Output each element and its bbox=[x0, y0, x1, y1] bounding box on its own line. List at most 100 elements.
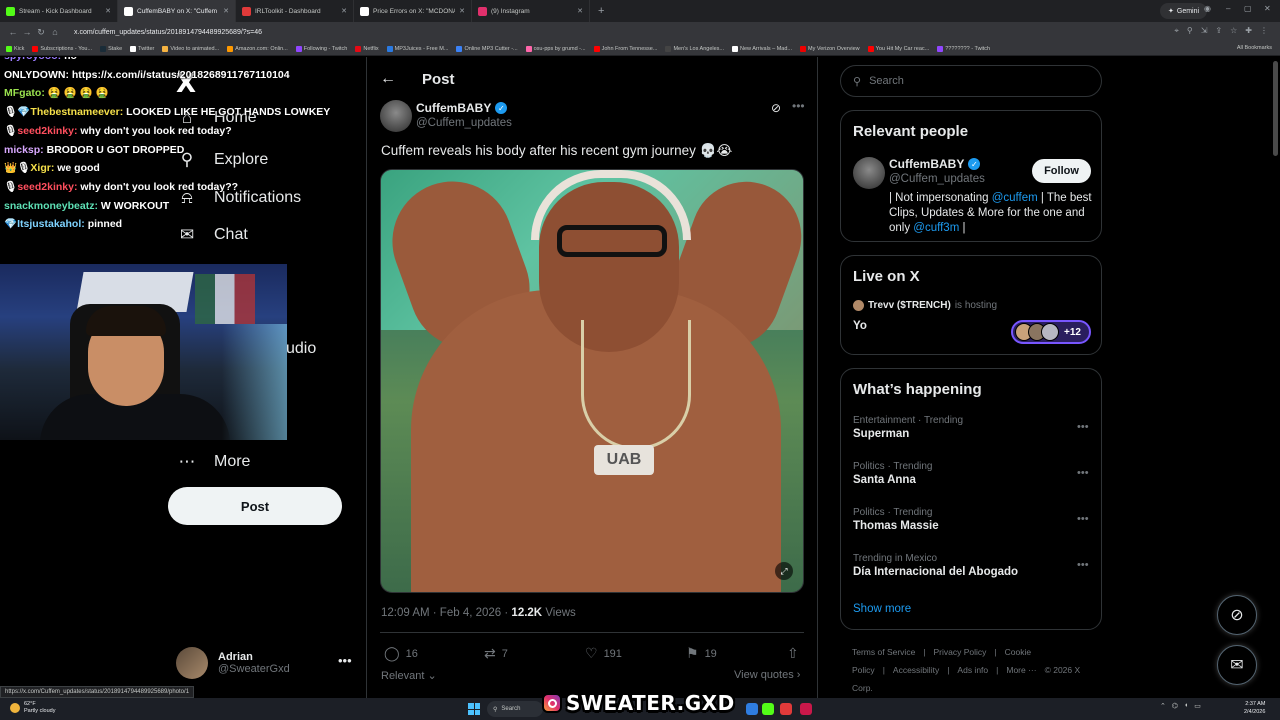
maximize-icon[interactable]: ▢ bbox=[1244, 4, 1252, 13]
weather-widget[interactable]: 62°F Partly cloudy bbox=[10, 701, 56, 715]
share-icon[interactable]: ⇪ bbox=[1215, 26, 1222, 36]
footer-link[interactable]: More ··· bbox=[1006, 665, 1036, 675]
back-arrow-icon[interactable]: ← bbox=[380, 70, 396, 88]
search-input[interactable]: ⚲ Search bbox=[840, 65, 1102, 97]
trend-more-icon[interactable]: ••• bbox=[1077, 421, 1089, 433]
grok-icon[interactable]: ⊘ bbox=[771, 101, 781, 115]
trend-more-icon[interactable]: ••• bbox=[1077, 467, 1089, 479]
tab-close-icon[interactable]: ✕ bbox=[577, 7, 583, 15]
back-nav-icon[interactable]: ← bbox=[6, 27, 20, 37]
battery-icon[interactable]: ▭ bbox=[1194, 702, 1201, 710]
bookmark-button[interactable]: ⚑ 19 bbox=[686, 645, 717, 662]
tweet-author-name[interactable]: CuffemBABY ✓ bbox=[416, 101, 508, 115]
share-button[interactable]: ⇧ bbox=[787, 645, 799, 662]
media-expand-icon[interactable]: ⤢ bbox=[775, 562, 793, 580]
bookmark-star-icon[interactable]: ☆ bbox=[1230, 26, 1237, 36]
bookmark-item[interactable]: Kick bbox=[6, 45, 24, 52]
chevron-up-icon[interactable]: ⌃ bbox=[1160, 702, 1166, 710]
location-icon[interactable]: ⌖ bbox=[1174, 26, 1179, 36]
trend-item[interactable]: Entertainment · Trending Superman bbox=[853, 415, 963, 440]
scrollbar[interactable] bbox=[1273, 61, 1278, 156]
bookmark-item[interactable]: My Verizon Overview bbox=[800, 45, 860, 52]
repost-button[interactable]: ⇄ 7 bbox=[484, 645, 508, 662]
nav-item-partial-2[interactable]: udio bbox=[286, 340, 316, 358]
bookmark-item[interactable]: Twitter bbox=[130, 45, 154, 52]
bookmark-item[interactable]: Subscriptions - You... bbox=[32, 45, 92, 52]
tweet-author-handle[interactable]: @Cuffem_updates bbox=[416, 117, 512, 129]
post-button[interactable]: Post bbox=[168, 487, 342, 525]
minimize-icon[interactable]: – bbox=[1226, 4, 1230, 13]
new-tab-button[interactable]: + bbox=[590, 5, 612, 17]
tweet-time[interactable]: 12:09 AM · Feb 4, 2026 · bbox=[381, 607, 508, 619]
trend-more-icon[interactable]: ••• bbox=[1077, 513, 1089, 525]
taskbar-app-icon[interactable] bbox=[762, 703, 774, 715]
messages-fab-button[interactable]: ✉ bbox=[1217, 645, 1257, 685]
reply-button[interactable]: ◯ 16 bbox=[384, 645, 418, 662]
footer-link[interactable]: Accessibility bbox=[893, 665, 939, 675]
bio-mention-link[interactable]: @cuffem bbox=[992, 192, 1038, 204]
reload-icon[interactable]: ↻ bbox=[34, 27, 48, 38]
bookmark-item[interactable]: Netflix bbox=[355, 45, 379, 52]
footer-link[interactable]: Ads info bbox=[957, 665, 988, 675]
gemini-button[interactable]: ✦ Gemini bbox=[1160, 3, 1208, 19]
bookmark-item[interactable]: osu-pps by grumd -... bbox=[525, 45, 586, 52]
view-quotes-link[interactable]: View quotes › bbox=[734, 669, 800, 681]
account-more-icon[interactable]: ••• bbox=[338, 653, 352, 668]
browser-tab[interactable]: (9) Instagram ✕ bbox=[472, 0, 590, 22]
tweet-media-image[interactable]: UAB ⤢ bbox=[380, 169, 804, 593]
follow-button[interactable]: Follow bbox=[1032, 159, 1091, 183]
live-listeners-pill[interactable]: +12 bbox=[1011, 320, 1091, 344]
tweet-author-avatar[interactable] bbox=[380, 100, 412, 132]
person-name[interactable]: CuffemBABY ✓ bbox=[889, 157, 981, 171]
bio-mention-link[interactable]: @cuff3m bbox=[913, 222, 959, 234]
bookmark-item[interactable]: Online MP3 Cutter -... bbox=[456, 45, 518, 52]
tweet-more-icon[interactable]: ••• bbox=[792, 99, 805, 113]
bookmark-item[interactable]: Stake bbox=[100, 45, 122, 52]
all-bookmarks-button[interactable]: All Bookmarks bbox=[1237, 45, 1272, 51]
network-icon[interactable]: ⌬ bbox=[1172, 702, 1178, 710]
grok-fab-button[interactable]: ⊘ bbox=[1217, 595, 1257, 635]
bookmark-item[interactable]: You Hit My Car reac... bbox=[867, 45, 929, 52]
trend-more-icon[interactable]: ••• bbox=[1077, 559, 1089, 571]
url-field[interactable]: x.com/cuffem_updates/status/201891479448… bbox=[74, 29, 262, 36]
browser-tab[interactable]: Stream - Kick Dashboard ✕ bbox=[0, 0, 118, 22]
trend-item[interactable]: Politics · Trending Thomas Massie bbox=[853, 507, 939, 532]
footer-link[interactable]: Terms of Service bbox=[852, 647, 915, 657]
volume-icon[interactable]: ◖ bbox=[1184, 702, 1188, 710]
reply-sort-dropdown[interactable]: Relevant ⌄ bbox=[381, 669, 437, 682]
extensions-icon[interactable]: ✚ bbox=[1245, 26, 1252, 36]
bookmark-item[interactable]: Video to animated... bbox=[162, 45, 219, 52]
bookmark-item[interactable]: Men's Los Angeles... bbox=[665, 45, 724, 52]
browser-tab[interactable]: CuffemBABY on X: "Cuffem reve ✕ bbox=[118, 0, 236, 22]
taskbar-app-icon[interactable] bbox=[746, 703, 758, 715]
bookmark-item[interactable]: ???????? - Twitch bbox=[937, 45, 990, 52]
tab-close-icon[interactable]: ✕ bbox=[341, 7, 347, 15]
show-more-link[interactable]: Show more bbox=[853, 603, 911, 615]
forward-nav-icon[interactable]: → bbox=[20, 27, 34, 37]
bookmark-item[interactable]: Following - Twitch bbox=[295, 45, 347, 52]
menu-icon[interactable]: ⋮ bbox=[1260, 26, 1268, 36]
browser-tab[interactable]: Price Errors on X: "MCDONALD ✕ bbox=[354, 0, 472, 22]
bookmark-item[interactable]: MP3Juices - Free M... bbox=[386, 45, 448, 52]
taskbar-app-icon[interactable] bbox=[780, 703, 792, 715]
trend-item[interactable]: Trending in Mexico Día Internacional del … bbox=[853, 553, 1018, 578]
taskbar-search[interactable]: ⚲ Search bbox=[487, 701, 543, 717]
bookmark-item[interactable]: Amazon.com: Onlin... bbox=[227, 45, 288, 52]
bookmark-item[interactable]: John From Tennesse... bbox=[593, 45, 657, 52]
bookmark-item[interactable]: New Arrivals – Mad... bbox=[732, 45, 792, 52]
person-handle[interactable]: @Cuffem_updates bbox=[889, 173, 985, 185]
live-on-x-card[interactable]: Live on X Trevv ($TRENCH) is hosting Yo … bbox=[840, 255, 1102, 355]
zoom-icon[interactable]: ⚲ bbox=[1187, 26, 1193, 36]
tab-close-icon[interactable]: ✕ bbox=[459, 7, 465, 15]
start-button[interactable] bbox=[468, 703, 480, 715]
install-icon[interactable]: ⇲ bbox=[1201, 26, 1208, 36]
taskbar-app-icon[interactable] bbox=[800, 703, 812, 715]
trend-item[interactable]: Politics · Trending Santa Anna bbox=[853, 461, 932, 486]
browser-tab[interactable]: IRLToolkit - Dashboard ✕ bbox=[236, 0, 354, 22]
account-switcher[interactable]: Adrian @SweaterGxd bbox=[176, 647, 290, 679]
avatar[interactable] bbox=[853, 157, 885, 189]
close-window-icon[interactable]: ✕ bbox=[1264, 4, 1271, 13]
home-nav-icon[interactable]: ⌂ bbox=[48, 27, 62, 37]
like-button[interactable]: ♡ 191 bbox=[585, 645, 622, 662]
nav-item-more[interactable]: ⋯ More bbox=[176, 452, 251, 472]
